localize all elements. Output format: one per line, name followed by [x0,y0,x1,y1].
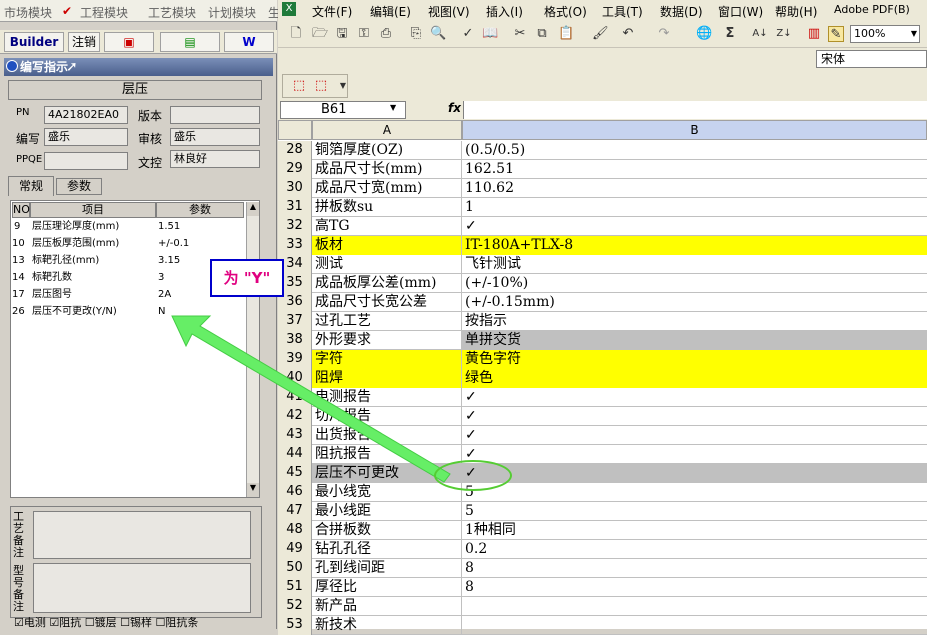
green-arrow-icon [171,315,451,483]
annotation-arrow [171,315,451,483]
highlight-ellipse [434,460,512,491]
annotation-callout: 为 "Y" [210,259,284,297]
